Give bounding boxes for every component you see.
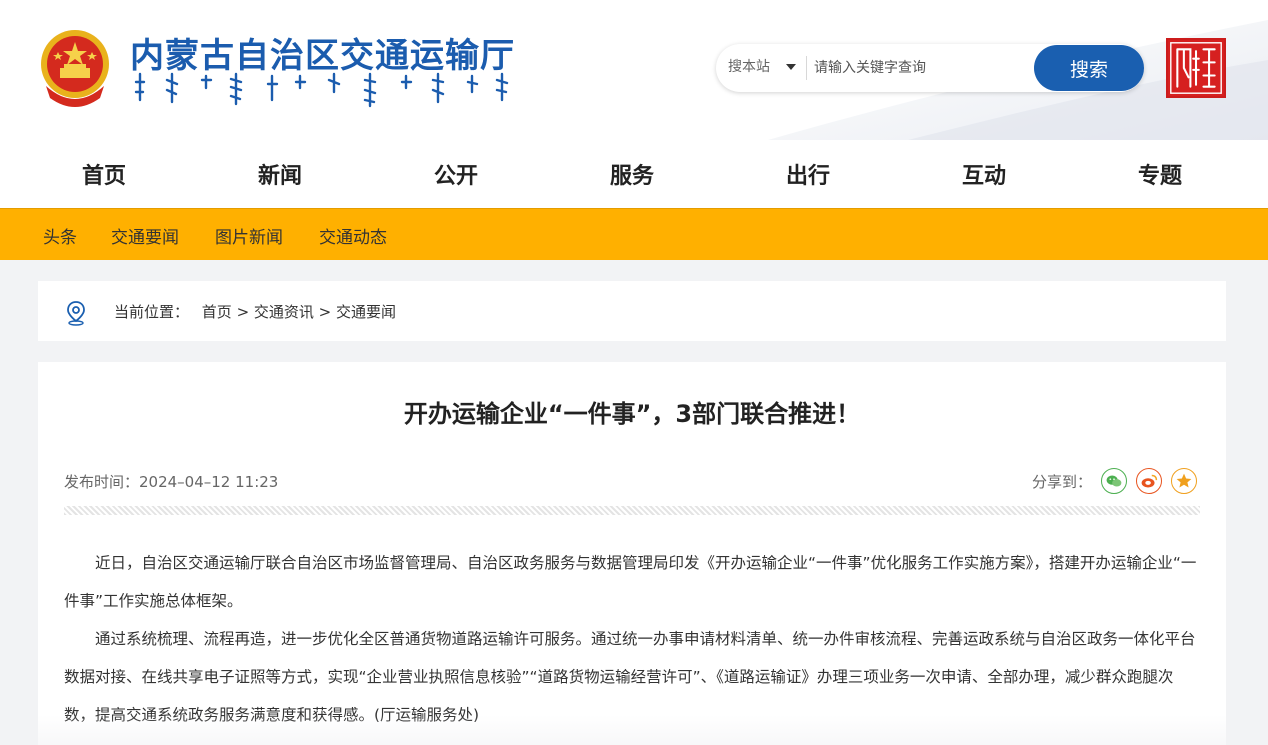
mongolian-script-title — [134, 72, 509, 108]
nav-item-travel[interactable]: 出行 — [763, 158, 853, 190]
article-paragraph-1: 近日，自治区交通运输厅联合自治区市场监督管理局、自治区政务服务与数据管理局印发《… — [64, 554, 1197, 610]
article-title: 开办运输企业“一件事”，3部门联合推进！ — [403, 400, 861, 428]
nav-item-interaction[interactable]: 互动 — [939, 158, 1029, 190]
search-button[interactable]: 搜索 — [1034, 45, 1144, 91]
share-label: 分享到： — [1032, 473, 1093, 491]
nav-item-home[interactable]: 首页 — [59, 158, 149, 190]
nav-item-service[interactable]: 服务 — [587, 158, 677, 190]
search-scope-select[interactable]: 搜本站 — [728, 44, 770, 92]
favorite-star-icon[interactable] — [1171, 468, 1197, 494]
caret-down-icon[interactable] — [786, 64, 796, 70]
nav-item-news[interactable]: 新闻 — [235, 158, 325, 190]
search-divider — [806, 56, 807, 80]
breadcrumb-path[interactable]: 首页 > 交通资讯 > 交通要闻 — [202, 303, 396, 321]
inner-mongolia-seal-icon[interactable] — [1166, 38, 1226, 98]
wechat-icon[interactable] — [1101, 468, 1127, 494]
article-body: 近日，自治区交通运输厅联合自治区市场监督管理局、自治区政务服务与数据管理局印发《… — [64, 544, 1202, 734]
article-paragraph-2: 通过系统梳理、流程再造，进一步优化全区普通货物道路运输许可服务。通过统一办事申请… — [64, 630, 1196, 724]
subnav-item-photo-news[interactable]: 图片新闻 — [215, 223, 283, 248]
subnav-item-traffic-news[interactable]: 交通要闻 — [111, 223, 179, 248]
search-input[interactable] — [814, 50, 1024, 86]
site-header: 内蒙古自治区交通运输厅 搜本站 搜索 — [0, 0, 1268, 140]
national-emblem-icon — [41, 30, 109, 107]
nav-item-open[interactable]: 公开 — [411, 158, 501, 190]
breadcrumb-text: 当前位置： 首页 > 交通资讯 > 交通要闻 — [114, 301, 396, 322]
location-pin-icon — [67, 301, 85, 326]
subnav-item-headlines[interactable]: 头条 — [43, 223, 77, 248]
subnav-item-traffic-updates[interactable]: 交通动态 — [319, 223, 387, 248]
breadcrumb-label: 当前位置： — [114, 303, 190, 321]
publish-time: 发布时间：2024–04–12 11:23 — [64, 473, 279, 491]
divider-stripes — [64, 506, 1200, 515]
search-box: 搜本站 搜索 — [716, 44, 1144, 92]
main-nav: 首页 新闻 公开 服务 出行 互动 专题 — [0, 140, 1268, 208]
breadcrumb: 当前位置： 首页 > 交通资讯 > 交通要闻 — [38, 281, 1226, 341]
article: 开办运输企业“一件事”，3部门联合推进！ 发布时间：2024–04–12 11:… — [38, 362, 1226, 745]
sub-nav: 头条 交通要闻 图片新闻 交通动态 — [0, 208, 1268, 260]
weibo-icon[interactable] — [1136, 468, 1162, 494]
nav-item-topics[interactable]: 专题 — [1115, 158, 1205, 190]
